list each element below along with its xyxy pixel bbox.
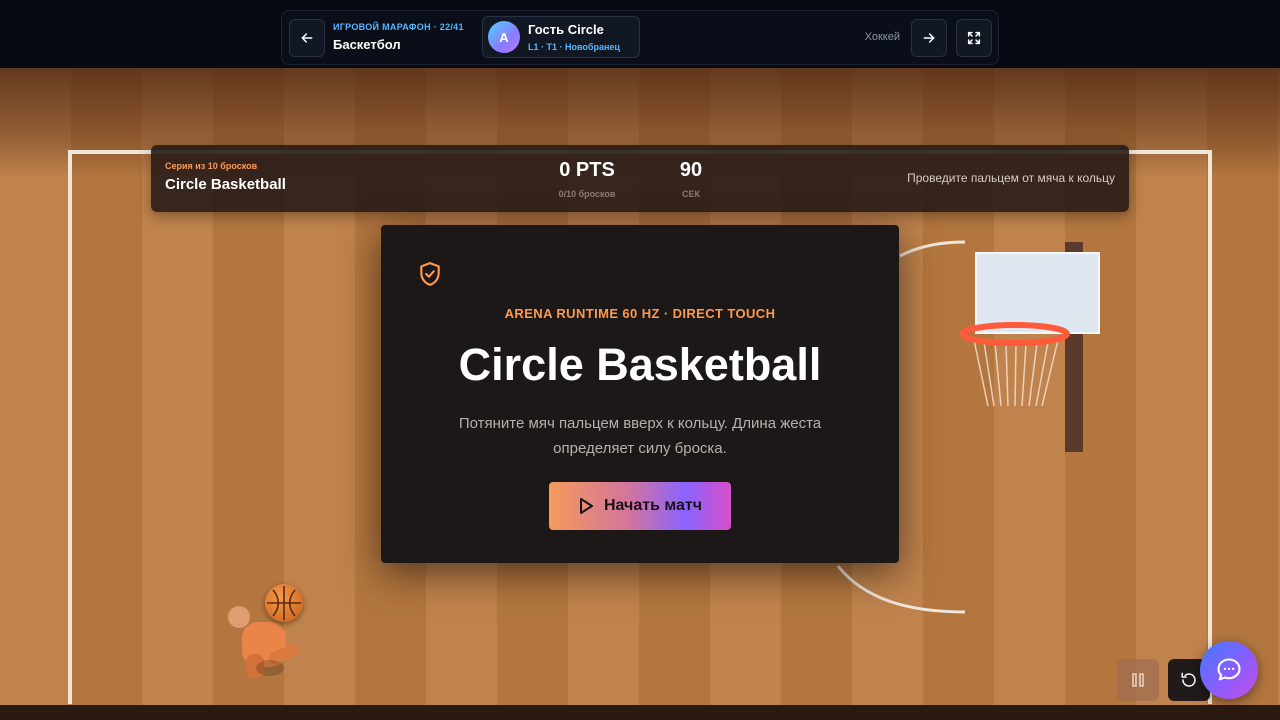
previous-game-button[interactable]: [289, 19, 325, 57]
user-profile-card[interactable]: A Гость Circle L1 · T1 · Новобранец: [482, 16, 640, 58]
fullscreen-icon: [967, 31, 981, 45]
court-bottom-edge: [0, 705, 1280, 720]
user-level: L1 · T1 · Новобранец: [528, 42, 620, 52]
game-stage: Серия из 10 бросков Circle Basketball 0 …: [0, 0, 1280, 720]
pause-button[interactable]: [1117, 659, 1159, 701]
pause-icon: [1132, 673, 1144, 687]
timer-stat: 90 СЕК: [666, 159, 716, 199]
arrow-right-icon: [923, 33, 935, 43]
restart-icon: [1181, 672, 1196, 687]
marathon-progress-label: ИГРОВОЙ МАРАФОН · 22/41: [333, 22, 464, 32]
timer-value: 90: [679, 159, 703, 181]
game-navigation-panel: ИГРОВОЙ МАРАФОН · 22/41 Баскетбол A Гост…: [281, 10, 999, 65]
modal-description: Потяните мяч пальцем вверх к кольцу. Дли…: [458, 415, 822, 457]
timer-unit: СЕК: [682, 189, 700, 199]
start-match-label: Начать матч: [603, 497, 702, 514]
chat-bubble-icon: [1217, 658, 1241, 681]
series-title: Circle Basketball: [165, 176, 286, 193]
series-label: Серия из 10 бросков: [165, 161, 258, 171]
user-name: Гость Circle: [528, 22, 604, 37]
arrow-left-icon: [301, 33, 313, 43]
basketball-ball[interactable]: [265, 584, 303, 622]
runtime-label: ARENA RUNTIME 60 HZ · DIRECT TOUCH: [504, 306, 776, 321]
chat-button[interactable]: [1200, 641, 1258, 699]
next-game-label: Хоккей: [864, 31, 900, 43]
shots-count: 0/10 бросков: [558, 189, 616, 199]
start-modal: ARENA RUNTIME 60 HZ · DIRECT TOUCH Circl…: [381, 225, 899, 563]
gesture-hint: Проведите пальцем от мяча к кольцу: [907, 171, 1115, 185]
avatar: A: [488, 21, 520, 53]
modal-title: Circle Basketball: [458, 339, 822, 390]
start-match-button[interactable]: Начать матч: [549, 482, 731, 530]
fullscreen-button[interactable]: [956, 19, 992, 57]
score-bar: Серия из 10 бросков Circle Basketball 0 …: [151, 145, 1129, 212]
hoop-net: [960, 322, 1070, 407]
current-game-name: Баскетбол: [333, 37, 401, 52]
next-game-button[interactable]: [911, 19, 947, 57]
points-value: 0 PTS: [559, 159, 615, 181]
top-bar: ИГРОВОЙ МАРАФОН · 22/41 Баскетбол A Гост…: [0, 0, 1280, 68]
ball-seams: [267, 586, 301, 620]
points-stat: 0 PTS 0/10 бросков: [543, 159, 631, 199]
shield-check-icon: [417, 261, 443, 287]
play-icon: [578, 497, 594, 515]
